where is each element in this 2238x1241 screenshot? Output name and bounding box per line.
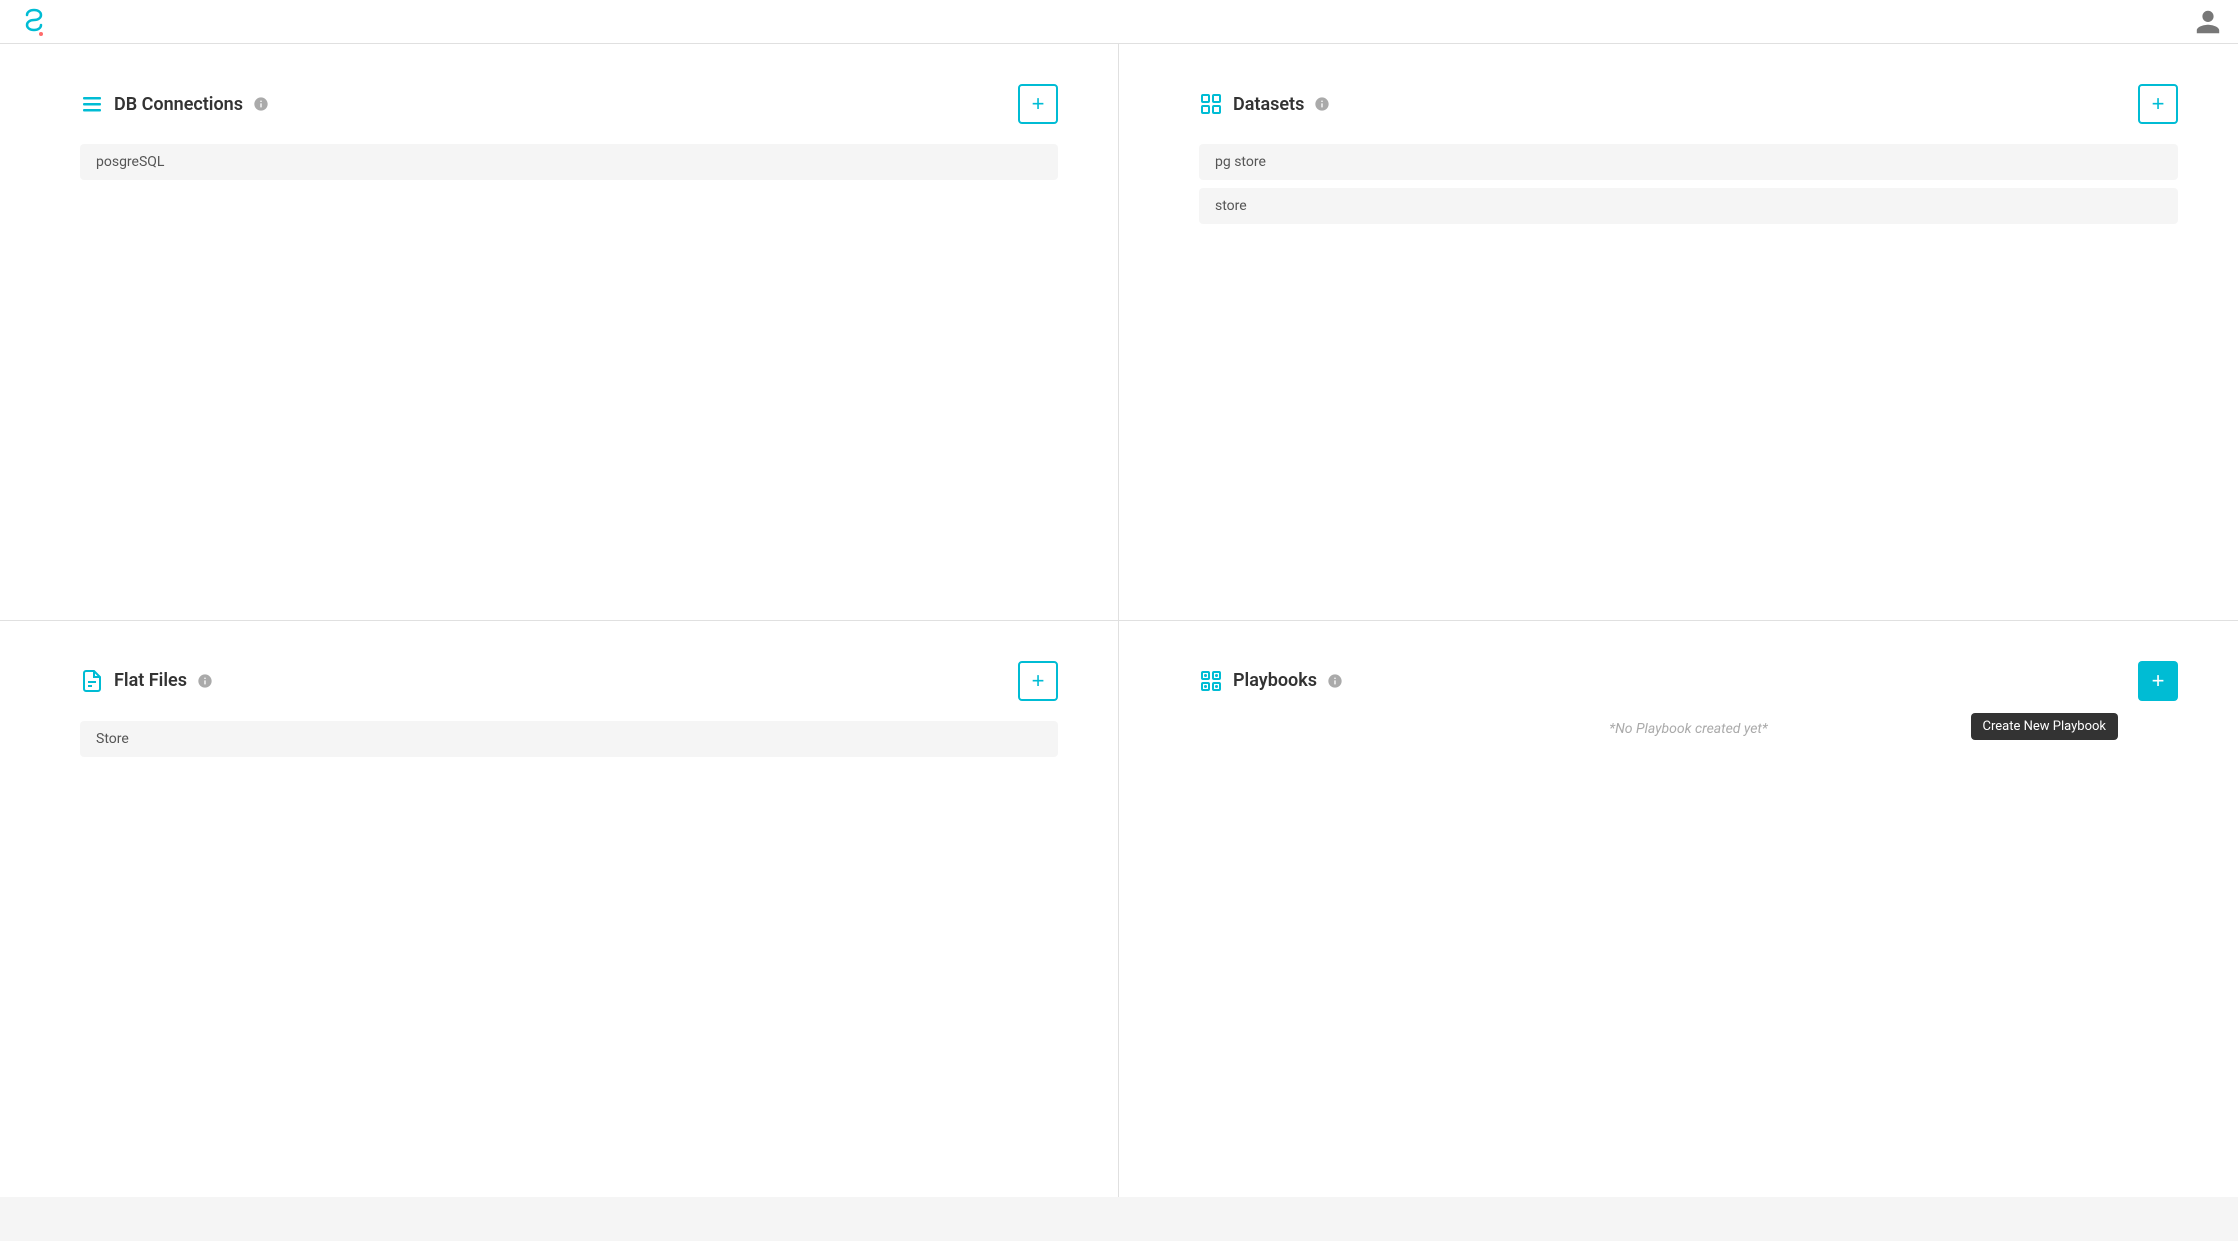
datasets-panel: Datasets + pg store store [1119, 44, 2238, 621]
list-item[interactable]: Store [80, 721, 1058, 757]
db-connections-header: DB Connections + [80, 84, 1058, 124]
datasets-title: Datasets [1233, 94, 1304, 115]
add-dataset-button[interactable]: + [2138, 84, 2178, 124]
flat-files-title: Flat Files [114, 670, 187, 691]
db-icon [80, 92, 104, 116]
datasets-info-icon[interactable] [1314, 96, 1330, 112]
db-connections-info-icon[interactable] [253, 96, 269, 112]
db-connections-title-group: DB Connections [80, 92, 269, 116]
db-connections-title: DB Connections [114, 94, 243, 115]
add-flat-file-button[interactable]: + [1018, 661, 1058, 701]
add-playbook-button-wrapper: + Create New Playbook [2138, 661, 2178, 701]
playbooks-title-group: Playbooks [1199, 669, 1343, 693]
db-connections-panel: DB Connections + posgreSQL [0, 44, 1119, 621]
playbooks-icon [1199, 669, 1223, 693]
flat-files-info-icon[interactable] [197, 673, 213, 689]
playbooks-header: Playbooks + Create New Playbook [1199, 661, 2178, 701]
datasets-title-group: Datasets [1199, 92, 1330, 116]
list-item[interactable]: pg store [1199, 144, 2178, 180]
datasets-header: Datasets + [1199, 84, 2178, 124]
flat-files-header: Flat Files + [80, 661, 1058, 701]
user-account-icon[interactable] [2194, 8, 2222, 36]
playbooks-info-icon[interactable] [1327, 673, 1343, 689]
add-db-connection-button[interactable]: + [1018, 84, 1058, 124]
list-item[interactable]: posgreSQL [80, 144, 1058, 180]
app-logo[interactable] [16, 4, 52, 40]
flat-files-title-group: Flat Files [80, 669, 213, 693]
datasets-icon [1199, 92, 1223, 116]
playbooks-panel: Playbooks + Create New Playbook *No Play… [1119, 621, 2238, 1198]
playbooks-title: Playbooks [1233, 670, 1317, 691]
add-playbook-button[interactable]: + [2138, 661, 2178, 701]
main-grid: DB Connections + posgreSQL [0, 44, 2238, 1197]
flat-files-icon [80, 669, 104, 693]
playbooks-empty-text: *No Playbook created yet* [1199, 721, 2178, 737]
flat-files-panel: Flat Files + Store [0, 621, 1119, 1198]
list-item[interactable]: store [1199, 188, 2178, 224]
navbar [0, 0, 2238, 44]
logo-icon [19, 7, 49, 37]
